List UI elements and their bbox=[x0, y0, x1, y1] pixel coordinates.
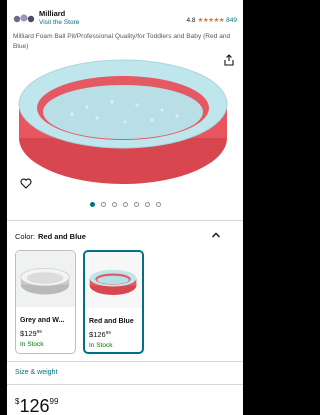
color-selector-header[interactable]: Color: Red and Blue bbox=[15, 232, 86, 241]
heart-icon[interactable] bbox=[20, 178, 32, 189]
chevron-up-icon[interactable] bbox=[211, 231, 221, 239]
carousel-dot[interactable] bbox=[100, 202, 106, 207]
option-thumbnail bbox=[85, 252, 142, 308]
option-price: $12999 bbox=[20, 329, 42, 338]
star-rating-icon: ★★★★★ bbox=[197, 17, 225, 24]
size-and-weight-link[interactable]: Size & weight bbox=[15, 369, 57, 376]
color-label: Color: bbox=[15, 232, 36, 241]
carousel-dot[interactable] bbox=[89, 202, 95, 207]
carousel-dot[interactable] bbox=[155, 202, 161, 207]
divider bbox=[7, 220, 243, 221]
product-page: Milliard Visit the Store 4.8 ★★★★★ 849 M… bbox=[7, 0, 243, 415]
divider bbox=[7, 384, 243, 385]
option-price: $12699 bbox=[89, 330, 111, 339]
share-icon[interactable] bbox=[223, 54, 235, 66]
option-name: Red and Blue bbox=[89, 318, 134, 325]
option-stock-status: In Stock bbox=[89, 342, 113, 349]
brand-name: Milliard bbox=[39, 9, 66, 18]
product-image[interactable] bbox=[17, 52, 229, 192]
image-carousel-dots[interactable] bbox=[7, 202, 243, 207]
rating-value: 4.8 bbox=[186, 16, 196, 24]
option-stock-status: In Stock bbox=[20, 341, 44, 348]
carousel-dot[interactable] bbox=[122, 202, 128, 207]
option-thumbnail bbox=[16, 251, 75, 307]
carousel-dot[interactable] bbox=[133, 202, 139, 207]
product-price: $12699 bbox=[15, 396, 59, 415]
visit-store-link[interactable]: Visit the Store bbox=[39, 19, 79, 26]
store-header: Milliard Visit the Store 4.8 ★★★★★ 849 bbox=[13, 8, 237, 30]
divider bbox=[7, 361, 243, 362]
option-name: Grey and W... bbox=[20, 317, 65, 324]
rating-count[interactable]: 849 bbox=[226, 17, 237, 24]
color-selected-value: Red and Blue bbox=[38, 232, 86, 241]
brand-logo-icon bbox=[13, 14, 35, 23]
carousel-dot[interactable] bbox=[144, 202, 150, 207]
color-option-red-and-blue[interactable]: Red and Blue $12699 In Stock bbox=[83, 250, 144, 354]
color-option-grey-and-white[interactable]: Grey and W... $12999 In Stock bbox=[15, 250, 76, 354]
rating-summary[interactable]: 4.8 ★★★★★ 849 bbox=[186, 16, 237, 25]
product-title: Milliard Foam Ball Pit/Professional Qual… bbox=[13, 33, 231, 50]
carousel-dot[interactable] bbox=[111, 202, 117, 207]
